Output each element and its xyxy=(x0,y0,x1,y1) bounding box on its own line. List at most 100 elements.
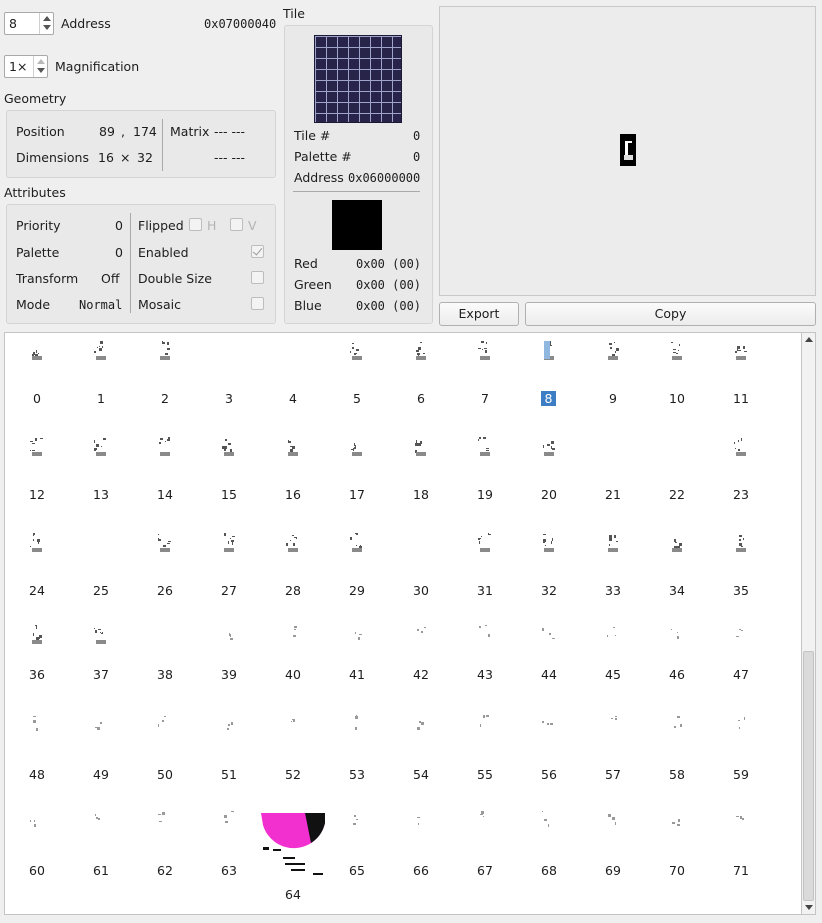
sprite-label[interactable]: 36 xyxy=(17,667,57,682)
sprite-label[interactable]: 34 xyxy=(657,583,697,598)
sprite-label[interactable]: 29 xyxy=(337,583,377,598)
sprite-label[interactable]: 47 xyxy=(721,667,761,682)
spin-arrows[interactable] xyxy=(33,56,47,77)
sprite-label[interactable]: 41 xyxy=(337,667,377,682)
sprite-label[interactable]: 45 xyxy=(593,667,633,682)
sprite-label[interactable]: 43 xyxy=(465,667,505,682)
sprite-label[interactable]: 48 xyxy=(17,767,57,782)
spin-arrows[interactable] xyxy=(39,13,53,34)
color-swatch[interactable] xyxy=(332,200,382,250)
sprite-label[interactable]: 17 xyxy=(337,487,377,502)
sprite-label[interactable]: 3 xyxy=(209,391,249,406)
sprite-label[interactable]: 63 xyxy=(209,863,249,878)
magnification-spinbox[interactable]: 1× xyxy=(4,55,48,78)
sprite-label[interactable]: 0 xyxy=(17,391,57,406)
sprite-label[interactable]: 25 xyxy=(81,583,121,598)
sprite-label[interactable]: 67 xyxy=(465,863,505,878)
decrement-icon[interactable] xyxy=(43,25,51,30)
geometry-group: Position 89 , 174 Dimensions 16 × 32 Mat… xyxy=(6,110,276,178)
sprite-label[interactable]: 5 xyxy=(337,391,377,406)
tile-preview[interactable] xyxy=(314,35,402,123)
sprite-label[interactable]: 58 xyxy=(657,767,697,782)
sprite-label[interactable]: 14 xyxy=(145,487,185,502)
sprite-thumbnail xyxy=(30,341,44,361)
sprite-label[interactable]: 53 xyxy=(337,767,377,782)
increment-icon[interactable] xyxy=(43,16,51,21)
sprite-label[interactable]: 2 xyxy=(145,391,185,406)
sprite-label[interactable]: 1 xyxy=(81,391,121,406)
copy-button[interactable]: Copy xyxy=(525,302,816,326)
sprite-thumbnail xyxy=(30,533,44,553)
sprite-label[interactable]: 18 xyxy=(401,487,441,502)
sprite-label[interactable]: 37 xyxy=(81,667,121,682)
sprite-label[interactable]: 51 xyxy=(209,767,249,782)
scroll-down-icon[interactable] xyxy=(805,905,813,910)
sprite-label[interactable]: 23 xyxy=(721,487,761,502)
sprite-label[interactable]: 64 xyxy=(273,887,313,902)
scroll-up-icon[interactable] xyxy=(805,337,813,342)
sprite-label[interactable]: 19 xyxy=(465,487,505,502)
sprite-label[interactable]: 61 xyxy=(81,863,121,878)
sprite-label[interactable]: 44 xyxy=(529,667,569,682)
sprite-thumbnail xyxy=(94,811,108,831)
sprite-label[interactable]: 38 xyxy=(145,667,185,682)
sprite-label[interactable]: 6 xyxy=(401,391,441,406)
divider xyxy=(162,119,163,171)
sprite-label[interactable]: 50 xyxy=(145,767,185,782)
sprite-label[interactable]: 13 xyxy=(81,487,121,502)
double-size-checkbox[interactable] xyxy=(251,271,264,284)
sprite-label[interactable]: 20 xyxy=(529,487,569,502)
flip-v-checkbox[interactable] xyxy=(230,218,243,231)
sprite-label[interactable]: 46 xyxy=(657,667,697,682)
sprite-label[interactable]: 33 xyxy=(593,583,633,598)
sprite-label[interactable]: 28 xyxy=(273,583,313,598)
sprite-index-spinbox[interactable]: 8 xyxy=(4,12,54,35)
sprite-label[interactable]: 60 xyxy=(17,863,57,878)
sprite-label[interactable]: 56 xyxy=(529,767,569,782)
sprite-label[interactable]: 59 xyxy=(721,767,761,782)
sprite-label[interactable]: 21 xyxy=(593,487,633,502)
sprite-label[interactable]: 66 xyxy=(401,863,441,878)
sprite-label[interactable]: 35 xyxy=(721,583,761,598)
scroll-thumb[interactable] xyxy=(803,651,814,901)
sprite-label[interactable]: 70 xyxy=(657,863,697,878)
sprite-label[interactable]: 68 xyxy=(529,863,569,878)
increment-icon[interactable] xyxy=(37,59,45,64)
sprite-label[interactable]: 15 xyxy=(209,487,249,502)
sprite-label[interactable]: 55 xyxy=(465,767,505,782)
scrollbar[interactable] xyxy=(802,332,816,915)
sprite-label[interactable]: 4 xyxy=(273,391,313,406)
sprite-label[interactable]: 40 xyxy=(273,667,313,682)
sprite-label[interactable]: 24 xyxy=(17,583,57,598)
sprite-label[interactable]: 9 xyxy=(593,391,633,406)
sprite-label[interactable]: 10 xyxy=(657,391,697,406)
flip-h-checkbox[interactable] xyxy=(189,218,202,231)
sprite-label[interactable]: 62 xyxy=(145,863,185,878)
sprite-label[interactable]: 26 xyxy=(145,583,185,598)
sprite-label[interactable]: 11 xyxy=(721,391,761,406)
enabled-checkbox[interactable] xyxy=(251,245,264,258)
sprite-label-selected[interactable]: 8 xyxy=(541,391,556,406)
sprite-label[interactable]: 7 xyxy=(465,391,505,406)
mosaic-checkbox[interactable] xyxy=(251,297,264,310)
sprite-list[interactable]: 0 1 2 3 4 5 6 7 8 9 10 11 12 13 14 15 16 17 18 19 20 21 22 23 24… xyxy=(4,332,802,915)
sprite-label[interactable]: 49 xyxy=(81,767,121,782)
sprite-label[interactable]: 69 xyxy=(593,863,633,878)
sprite-label[interactable]: 32 xyxy=(529,583,569,598)
sprite-label[interactable]: 57 xyxy=(593,767,633,782)
sprite-label[interactable]: 65 xyxy=(337,863,377,878)
export-button[interactable]: Export xyxy=(439,302,519,326)
sprite-label[interactable]: 71 xyxy=(721,863,761,878)
sprite-label[interactable]: 16 xyxy=(273,487,313,502)
sprite-label[interactable]: 30 xyxy=(401,583,441,598)
sprite-label[interactable]: 31 xyxy=(465,583,505,598)
decrement-icon[interactable] xyxy=(37,68,45,73)
sprite-label[interactable]: 54 xyxy=(401,767,441,782)
sprite-label[interactable]: 39 xyxy=(209,667,249,682)
sprite-label[interactable]: 42 xyxy=(401,667,441,682)
sprite-label[interactable]: 52 xyxy=(273,767,313,782)
sprite-label[interactable]: 27 xyxy=(209,583,249,598)
sprite-label[interactable]: 22 xyxy=(657,487,697,502)
blue-value: 0x00 (00) xyxy=(356,299,422,313)
sprite-label[interactable]: 12 xyxy=(17,487,57,502)
